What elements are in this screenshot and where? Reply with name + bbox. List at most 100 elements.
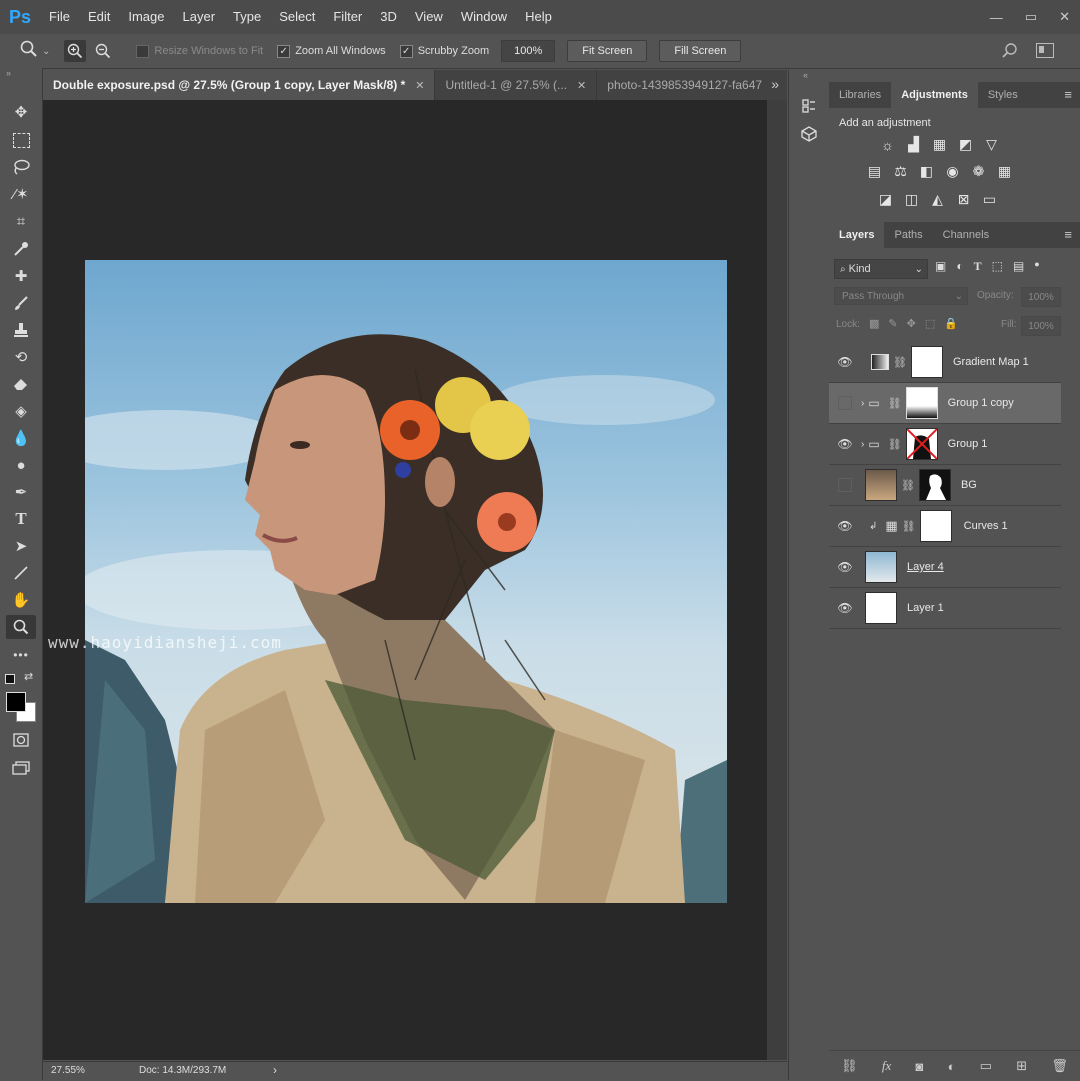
tab-paths[interactable]: Paths — [884, 222, 932, 248]
filter-type-icon[interactable]: T — [974, 259, 982, 274]
menu-image[interactable]: Image — [119, 0, 173, 34]
filter-pixel-icon[interactable]: ▣ — [935, 259, 946, 274]
zoom-tool-icon[interactable] — [6, 615, 36, 639]
new-group-icon[interactable]: ▭ — [980, 1058, 992, 1074]
toolbar-collapse-icon[interactable]: » — [6, 68, 11, 78]
gradient-map-icon[interactable]: ▭ — [981, 191, 998, 208]
blur-tool-icon[interactable]: 💧 — [6, 426, 36, 450]
link-chain-icon[interactable]: ⛓ — [902, 520, 916, 533]
visibility-eye-icon[interactable]: 👁 — [829, 601, 861, 615]
checkmark-icon[interactable]: ✓ — [277, 44, 291, 58]
hue-saturation-icon[interactable]: ▤ — [866, 163, 883, 180]
more-tools-icon[interactable]: ••• — [6, 643, 36, 667]
disabled-mask-thumbnail[interactable] — [905, 428, 938, 460]
layer-name[interactable]: Gradient Map 1 — [953, 356, 1029, 368]
double-exposure-artwork[interactable] — [85, 260, 727, 903]
layer-name[interactable]: Curves 1 — [964, 520, 1008, 532]
properties-panel-icon[interactable] — [797, 94, 821, 118]
layer-mask-thumbnail[interactable] — [918, 469, 951, 501]
crop-tool-icon[interactable]: ⌗ — [6, 209, 36, 233]
panel-menu-icon[interactable]: ≡ — [1064, 82, 1072, 108]
zoom-level-readout[interactable]: 27.55% — [51, 1065, 85, 1076]
layer-thumbnail[interactable] — [865, 551, 897, 583]
selective-color-icon[interactable]: ⊠ — [955, 191, 972, 208]
close-icon[interactable]: ✕ — [577, 79, 586, 92]
link-chain-icon[interactable]: ⛓ — [888, 438, 902, 451]
channel-mixer-icon[interactable]: ❁ — [970, 163, 987, 180]
tab-overflow-icon[interactable]: » — [771, 76, 779, 92]
photo-filter-icon[interactable]: ◉ — [944, 163, 961, 180]
3d-panel-icon[interactable] — [797, 122, 821, 146]
filter-shape-icon[interactable]: ⬚ — [992, 259, 1003, 274]
layer-thumbnail[interactable] — [865, 469, 897, 501]
brightness-contrast-icon[interactable]: ☼ — [879, 136, 896, 153]
swap-colors-icon[interactable]: ⇄ — [24, 670, 33, 683]
layer-mask-thumbnail[interactable] — [910, 346, 943, 378]
layer-row-gradient-map-1[interactable]: 👁 ⛓ Gradient Map 1 — [829, 342, 1061, 383]
expand-chevron-icon[interactable]: › — [861, 439, 864, 450]
menu-select[interactable]: Select — [270, 0, 324, 34]
posterize-icon[interactable]: ◫ — [903, 191, 920, 208]
visibility-eye-icon[interactable]: 👁 — [829, 519, 861, 533]
tab-untitled-1[interactable]: Untitled-1 @ 27.5% (... ✕ — [435, 70, 598, 100]
search-icon[interactable] — [1001, 42, 1018, 62]
new-adjustment-layer-icon[interactable]: ◐ — [948, 1059, 956, 1074]
menu-filter[interactable]: Filter — [324, 0, 371, 34]
visibility-eye-icon[interactable]: 👁 — [829, 355, 861, 369]
layer-mask-thumbnail[interactable] — [919, 510, 952, 542]
layer-name[interactable]: Layer 4 — [907, 561, 944, 573]
link-chain-icon[interactable]: ⛓ — [893, 356, 907, 369]
layer-row-layer-4[interactable]: 👁 Layer 4 — [829, 547, 1061, 588]
layer-row-bg[interactable]: ⛓ BG — [829, 465, 1061, 506]
move-tool-icon[interactable]: ✥ — [6, 100, 36, 124]
fit-screen-button[interactable]: Fit Screen — [567, 40, 648, 62]
line-tool-icon[interactable] — [6, 561, 36, 585]
visibility-toggle-empty[interactable] — [829, 396, 861, 410]
tab-libraries[interactable]: Libraries — [829, 82, 891, 108]
type-tool-icon[interactable]: T — [6, 507, 36, 531]
menu-3d[interactable]: 3D — [371, 0, 406, 34]
layer-styles-fx-icon[interactable]: fx — [882, 1058, 891, 1074]
lock-all-icon[interactable]: 🔒 — [944, 317, 958, 330]
scrubby-zoom-checkbox[interactable]: ✓ Scrubby Zoom — [399, 44, 489, 58]
dock-collapse-icon[interactable]: « — [803, 70, 808, 80]
close-window-button[interactable]: ✕ — [1059, 9, 1070, 25]
menu-file[interactable]: File — [40, 0, 79, 34]
color-balance-icon[interactable]: ⚖ — [892, 163, 909, 180]
menu-view[interactable]: View — [406, 0, 452, 34]
magic-wand-icon[interactable]: ⁄✶ — [6, 182, 36, 206]
vertical-scrollbar[interactable] — [767, 100, 787, 1060]
visibility-eye-icon[interactable]: 👁 — [829, 437, 861, 451]
path-selection-icon[interactable]: ➤ — [6, 534, 36, 558]
invert-icon[interactable]: ◪ — [877, 191, 894, 208]
threshold-icon[interactable]: ◭ — [929, 191, 946, 208]
quick-mask-icon[interactable] — [6, 728, 36, 752]
pen-tool-icon[interactable]: ✒ — [6, 480, 36, 504]
minimize-button[interactable]: — — [990, 10, 1003, 25]
menu-help[interactable]: Help — [516, 0, 561, 34]
lock-image-icon[interactable]: ✎ — [888, 317, 897, 330]
link-chain-icon[interactable]: ⛓ — [888, 397, 902, 410]
layer-name[interactable]: Layer 1 — [907, 602, 944, 614]
brush-tool-icon[interactable] — [6, 291, 36, 315]
link-chain-icon[interactable]: ⛓ — [901, 479, 915, 492]
layer-name[interactable]: Group 1 copy — [948, 397, 1014, 409]
levels-icon[interactable]: ▟ — [905, 136, 922, 153]
screen-mode-icon[interactable] — [6, 756, 36, 780]
visibility-eye-icon[interactable]: 👁 — [829, 560, 861, 574]
visibility-toggle-empty[interactable] — [829, 478, 861, 492]
tab-styles[interactable]: Styles — [978, 82, 1028, 108]
menu-window[interactable]: Window — [452, 0, 516, 34]
tab-photo[interactable]: photo-1439853949127-fa647 — [597, 70, 767, 100]
menu-type[interactable]: Type — [224, 0, 270, 34]
hand-tool-icon[interactable]: ✋ — [6, 588, 36, 612]
exposure-icon[interactable]: ◩ — [957, 136, 974, 153]
filter-toggle-icon[interactable]: ● — [1034, 259, 1039, 274]
dodge-tool-icon[interactable]: ● — [6, 453, 36, 477]
layer-row-layer-1[interactable]: 👁 Layer 1 — [829, 588, 1061, 629]
lock-transparent-icon[interactable]: ▩ — [869, 317, 879, 330]
opacity-field[interactable]: 100% — [1021, 287, 1061, 307]
healing-brush-icon[interactable]: ✚ — [6, 264, 36, 288]
layer-name[interactable]: Group 1 — [948, 438, 988, 450]
eraser-icon[interactable] — [6, 372, 36, 396]
